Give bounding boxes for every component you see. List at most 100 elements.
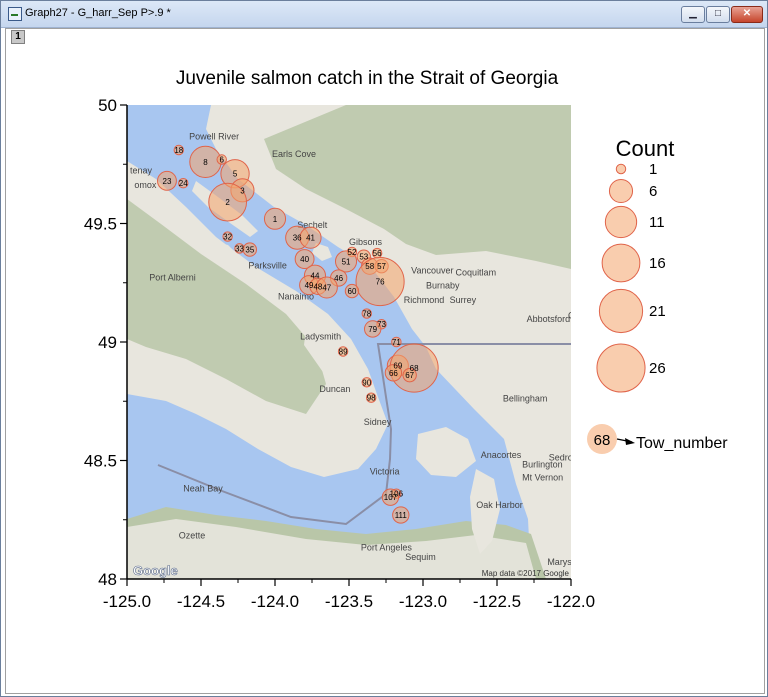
tow-number-label: 46: [334, 274, 343, 283]
tow-number-label: 5: [233, 170, 238, 179]
map-label: Sidney: [364, 417, 392, 427]
tow-number-label: 57: [377, 262, 386, 271]
tow-number-label: 44: [311, 272, 320, 281]
size-legend-title: Count: [616, 136, 675, 161]
x-tick-label: -123.0: [399, 592, 447, 611]
graph-window: Graph27 - G_harr_Sep P>.9 * ▁ □ ✕ 1 Juve…: [0, 0, 768, 697]
map-label: Duncan: [319, 384, 350, 394]
map-label: Gibsons: [349, 237, 383, 247]
y-tick-label: 48.5: [84, 452, 117, 471]
tow-number-label: 76: [376, 278, 385, 287]
x-tick-label: -123.5: [325, 592, 373, 611]
map-label: Earls Cove: [272, 149, 316, 159]
close-button[interactable]: ✕: [731, 6, 763, 23]
tow-number-label: 71: [392, 338, 401, 347]
tow-number-label: 18: [174, 146, 183, 155]
chart-title: Juvenile salmon catch in the Strait of G…: [176, 68, 559, 89]
tow-number-label: 79: [368, 325, 377, 334]
map-label: Vancouver: [411, 265, 453, 275]
y-tick-label: 48: [98, 570, 117, 589]
tow-number-label: 56: [373, 249, 382, 258]
x-tick-label: -125.0: [103, 592, 151, 611]
map-google-logo: Google: [133, 563, 178, 578]
map-label: Richmond: [404, 295, 445, 305]
size-legend-bubble: [596, 343, 646, 393]
tow-number-label: 2: [225, 198, 230, 207]
map-label: Mt Vernon: [522, 473, 563, 483]
map-label: Marysville: [547, 557, 587, 567]
bubble-map-chart: Juvenile salmon catch in the Strait of G…: [84, 68, 728, 611]
window-title: Graph27 - G_harr_Sep P>.9 *: [25, 7, 171, 19]
tow-number-label: 89: [339, 347, 348, 356]
size-legend-label: 11: [649, 214, 665, 231]
tow-number-label: 60: [348, 287, 357, 296]
map-label: Parksville: [248, 261, 287, 271]
tow-number-label: 41: [306, 234, 315, 243]
map-label: Anacortes: [481, 450, 522, 460]
tow-number-label: 24: [179, 179, 188, 188]
map-label: Coquitlam: [456, 268, 497, 278]
graph-window-icon: [8, 7, 22, 21]
tow-number-label: 66: [389, 369, 398, 378]
map-label: omox: [134, 180, 157, 190]
size-legend-bubble: [604, 205, 638, 239]
size-legend: Count1611162126: [596, 136, 675, 393]
map-label: Burnaby: [426, 281, 460, 291]
map-label: Chi: [568, 310, 582, 320]
tow-number-label: 58: [365, 262, 374, 271]
size-legend-bubble: [598, 288, 644, 334]
tow-number-label: 78: [362, 310, 371, 319]
label-legend-number: 68: [594, 432, 611, 449]
size-legend-label: 21: [649, 303, 666, 320]
maximize-button[interactable]: □: [706, 6, 730, 23]
tow-number-label: 67: [405, 371, 414, 380]
tow-number-label: 98: [367, 394, 376, 403]
tow-number-label: 23: [163, 177, 172, 186]
map-label: Victoria: [370, 467, 400, 477]
map-background: Powell RiverEarls CovetenayomoxSecheltGi…: [127, 105, 587, 579]
tow-number-label: 111: [395, 511, 408, 520]
map-label: Port Alberni: [149, 272, 196, 282]
x-tick-label: -122.5: [473, 592, 521, 611]
map-label: Ozette: [179, 531, 206, 541]
y-tick-label: 49.5: [84, 215, 117, 234]
tow-number-label: 52: [348, 248, 357, 257]
size-legend-label: 1: [649, 161, 657, 178]
label-legend-text: Tow_number: [636, 435, 728, 452]
title-bar[interactable]: Graph27 - G_harr_Sep P>.9 * ▁ □ ✕: [1, 1, 767, 28]
size-legend-label: 16: [649, 255, 666, 272]
tow-number-label: 6: [219, 156, 224, 165]
x-tick-label: -122.0: [547, 592, 595, 611]
tow-number-label: 47: [322, 283, 331, 292]
y-tick-label: 49: [98, 333, 117, 352]
size-legend-bubble: [608, 178, 634, 204]
size-legend-label: 6: [649, 183, 657, 200]
map-label: Powell River: [189, 131, 239, 141]
tow-number-label: 32: [223, 233, 232, 242]
tow-number-label: 73: [377, 320, 386, 329]
map-label: Sedro-W: [549, 453, 585, 463]
tow-number-label: 107: [384, 493, 398, 502]
y-tick-label: 50: [98, 96, 117, 115]
tow-number-label: 8: [203, 158, 208, 167]
size-legend-bubble: [615, 163, 627, 175]
map-credit: Map data ©2017 Google: [482, 569, 570, 578]
label-legend: 68 Tow_number: [587, 424, 728, 454]
tow-number-label: 90: [362, 378, 371, 387]
minimize-button[interactable]: ▁: [681, 6, 705, 23]
label-legend-arrow-head: [625, 438, 635, 445]
map-label: Surrey: [450, 295, 477, 305]
map-label: Oak Harbor: [476, 500, 523, 510]
x-tick-label: -124.0: [251, 592, 299, 611]
tow-number-label: 51: [342, 257, 351, 266]
graph-page: 1 Juvenile salmon catch in the Strait of…: [5, 28, 765, 694]
tow-number-label: 3: [240, 186, 245, 195]
size-legend-bubble: [601, 243, 641, 283]
tow-number-label: 1: [273, 215, 278, 224]
x-tick-label: -124.5: [177, 592, 225, 611]
tow-number-label: 53: [359, 253, 368, 262]
tow-number-label: 36: [293, 234, 302, 243]
map-label: tenay: [130, 166, 153, 176]
tow-number-label: 33: [235, 244, 244, 253]
map-label: Abbotsford: [527, 314, 571, 324]
